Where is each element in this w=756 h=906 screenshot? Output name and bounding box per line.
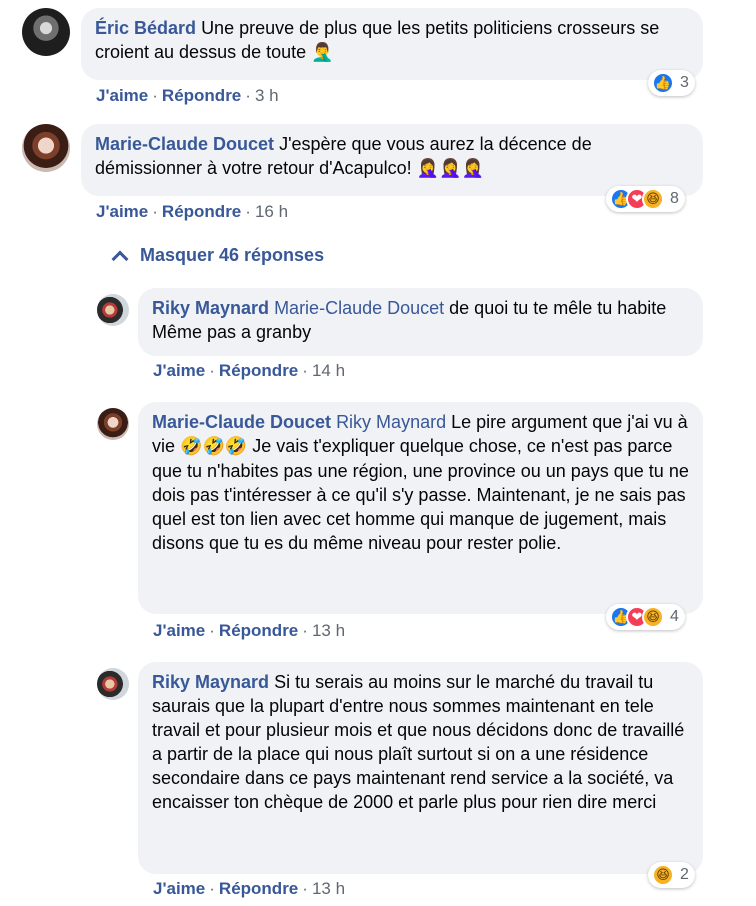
- chevron-up-icon: [111, 250, 129, 267]
- like-link[interactable]: J'aime: [153, 621, 205, 640]
- reply-author[interactable]: Marie-Claude Doucet: [152, 412, 331, 432]
- reply-author[interactable]: Riky Maynard: [152, 298, 269, 318]
- avatar[interactable]: [22, 124, 70, 172]
- reply-actions: J'aime · Répondre · 13 h: [153, 621, 346, 640]
- comment-author[interactable]: Éric Bédard: [95, 18, 196, 38]
- reply-bubble: Marie-Claude Doucet Riky Maynard Le pire…: [138, 402, 703, 614]
- comment-actions: J'aime · Répondre · 3 h: [96, 86, 279, 105]
- facepalm-emoji: 🤦‍♂️: [311, 42, 334, 63]
- reply-time[interactable]: 13 h: [312, 621, 345, 640]
- reaction-count: 4: [670, 608, 679, 625]
- comment-time[interactable]: 3 h: [255, 86, 279, 105]
- reaction-summary[interactable]: 👍 ❤ 😆 4: [606, 604, 685, 630]
- avatar[interactable]: [97, 408, 129, 440]
- reaction-count: 8: [670, 190, 679, 207]
- comment-time[interactable]: 16 h: [255, 202, 288, 221]
- comment-bubble: Marie-Claude Doucet J'espère que vous au…: [81, 124, 703, 196]
- reply-mention[interactable]: Marie-Claude Doucet: [274, 298, 444, 318]
- reply-link[interactable]: Répondre: [162, 202, 241, 221]
- avatar[interactable]: [97, 668, 129, 700]
- reply-time[interactable]: 13 h: [312, 879, 345, 898]
- avatar[interactable]: [97, 294, 129, 326]
- rofl-emoji: 🤣🤣🤣: [180, 436, 248, 457]
- reaction-summary[interactable]: 👍 3: [648, 70, 695, 96]
- reply-bubble: Riky Maynard Marie-Claude Doucet de quoi…: [138, 288, 703, 356]
- hide-replies-button[interactable]: Masquer 46 réponses: [110, 245, 325, 267]
- reply-link[interactable]: Répondre: [219, 361, 298, 380]
- reply-time[interactable]: 14 h: [312, 361, 345, 380]
- like-link[interactable]: J'aime: [153, 361, 205, 380]
- comment-bubble: Éric Bédard Une preuve de plus que les p…: [81, 8, 703, 80]
- comment-author[interactable]: Marie-Claude Doucet: [95, 134, 274, 154]
- like-reaction-icon: 👍: [652, 72, 674, 94]
- reaction-summary[interactable]: 😆 2: [648, 862, 695, 888]
- haha-reaction-icon: 😆: [652, 864, 674, 886]
- comment-actions: J'aime · Répondre · 16 h: [96, 202, 289, 221]
- haha-reaction-icon: 😆: [642, 188, 664, 210]
- like-link[interactable]: J'aime: [96, 202, 148, 221]
- reply-bubble: Riky Maynard Si tu serais au moins sur l…: [138, 662, 703, 874]
- avatar[interactable]: [22, 8, 70, 56]
- facepalm-emoji: 🤦‍♀️🤦‍♀️🤦‍♀️: [416, 158, 484, 179]
- reply-link[interactable]: Répondre: [162, 86, 241, 105]
- reaction-summary[interactable]: 👍 ❤ 😆 8: [606, 186, 685, 212]
- reply-actions: J'aime · Répondre · 14 h: [153, 361, 346, 380]
- like-link[interactable]: J'aime: [96, 86, 148, 105]
- reaction-count: 2: [680, 866, 689, 883]
- reaction-count: 3: [680, 74, 689, 91]
- like-link[interactable]: J'aime: [153, 879, 205, 898]
- reply-mention[interactable]: Riky Maynard: [336, 412, 446, 432]
- hide-replies-label: Masquer 46 réponses: [140, 245, 325, 265]
- haha-reaction-icon: 😆: [642, 606, 664, 628]
- reply-link[interactable]: Répondre: [219, 879, 298, 898]
- reply-link[interactable]: Répondre: [219, 621, 298, 640]
- reply-actions: J'aime · Répondre · 13 h: [153, 879, 346, 898]
- reply-author[interactable]: Riky Maynard: [152, 672, 269, 692]
- reply-text: Si tu serais au moins sur le marché du t…: [152, 672, 685, 812]
